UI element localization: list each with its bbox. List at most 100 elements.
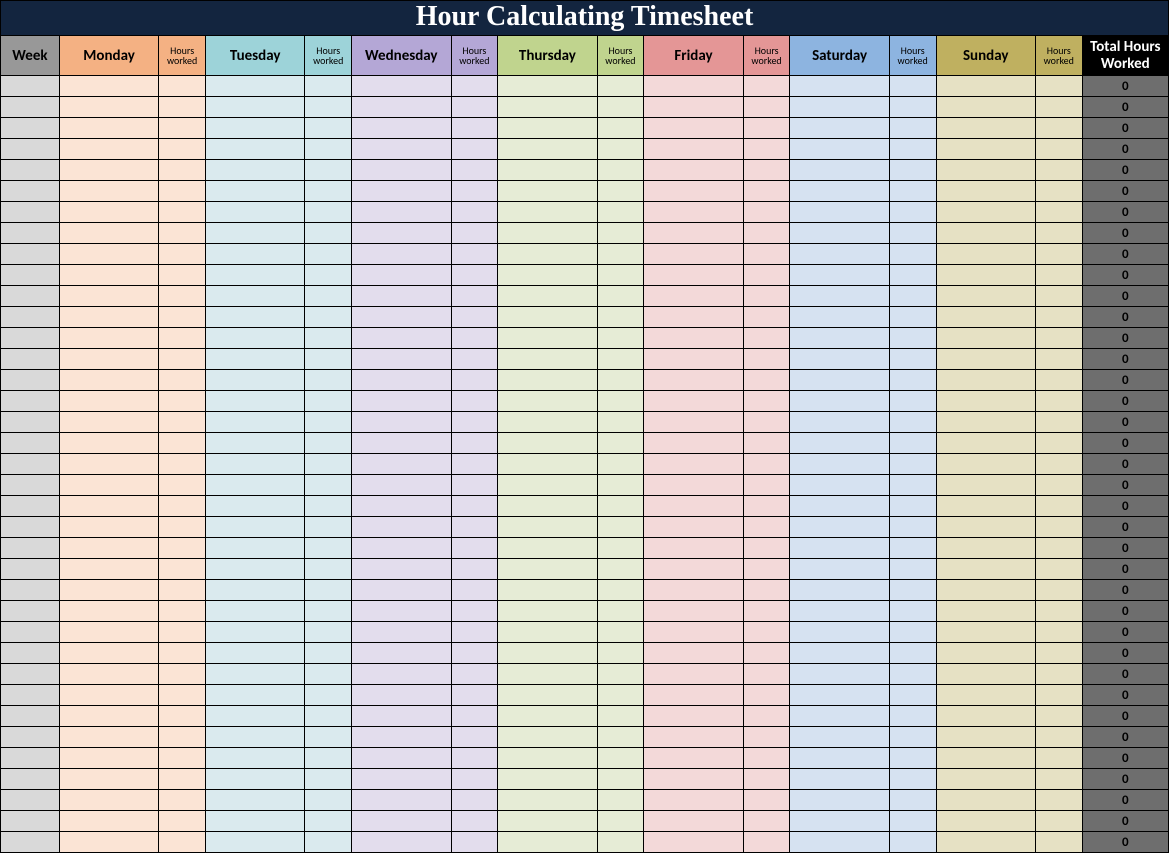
fri-cell[interactable] [644,181,743,202]
tue-hours-cell[interactable] [305,265,352,286]
thu-cell[interactable] [498,727,597,748]
sat-hours-cell[interactable] [889,370,936,391]
sat-hours-cell[interactable] [889,202,936,223]
thu-hours-cell[interactable] [597,538,644,559]
sun-hours-cell[interactable] [1035,454,1082,475]
fri-hours-cell[interactable] [743,706,790,727]
mon-hours-cell[interactable] [159,769,206,790]
wed-hours-cell[interactable] [451,286,498,307]
week-cell[interactable] [1,118,60,139]
sat-hours-cell[interactable] [889,517,936,538]
sun-hours-cell[interactable] [1035,328,1082,349]
mon-cell[interactable] [59,433,158,454]
tue-cell[interactable] [205,517,304,538]
thu-hours-cell[interactable] [597,706,644,727]
thu-hours-cell[interactable] [597,223,644,244]
wed-cell[interactable] [352,580,451,601]
sun-hours-cell[interactable] [1035,622,1082,643]
fri-cell[interactable] [644,370,743,391]
week-cell[interactable] [1,706,60,727]
fri-hours-cell[interactable] [743,685,790,706]
sat-cell[interactable] [790,496,889,517]
sat-cell[interactable] [790,643,889,664]
sun-cell[interactable] [936,202,1035,223]
fri-hours-cell[interactable] [743,328,790,349]
tue-cell[interactable] [205,370,304,391]
wed-hours-cell[interactable] [451,454,498,475]
week-cell[interactable] [1,160,60,181]
fri-hours-cell[interactable] [743,433,790,454]
tue-hours-cell[interactable] [305,706,352,727]
fri-cell[interactable] [644,160,743,181]
thu-cell[interactable] [498,307,597,328]
week-cell[interactable] [1,286,60,307]
week-cell[interactable] [1,580,60,601]
thu-hours-cell[interactable] [597,580,644,601]
tue-cell[interactable] [205,559,304,580]
sat-hours-cell[interactable] [889,622,936,643]
sat-cell[interactable] [790,412,889,433]
wed-cell[interactable] [352,370,451,391]
thu-cell[interactable] [498,769,597,790]
sun-hours-cell[interactable] [1035,601,1082,622]
sun-cell[interactable] [936,349,1035,370]
sun-cell[interactable] [936,307,1035,328]
week-cell[interactable] [1,370,60,391]
mon-hours-cell[interactable] [159,265,206,286]
mon-cell[interactable] [59,664,158,685]
tue-hours-cell[interactable] [305,811,352,832]
sun-hours-cell[interactable] [1035,811,1082,832]
fri-hours-cell[interactable] [743,76,790,97]
sat-hours-cell[interactable] [889,685,936,706]
thu-hours-cell[interactable] [597,349,644,370]
mon-hours-cell[interactable] [159,727,206,748]
mon-hours-cell[interactable] [159,160,206,181]
fri-hours-cell[interactable] [743,664,790,685]
wed-cell[interactable] [352,412,451,433]
thu-hours-cell[interactable] [597,286,644,307]
mon-hours-cell[interactable] [159,832,206,853]
tue-cell[interactable] [205,244,304,265]
mon-hours-cell[interactable] [159,391,206,412]
wed-cell[interactable] [352,244,451,265]
sat-hours-cell[interactable] [889,433,936,454]
sat-cell[interactable] [790,202,889,223]
wed-cell[interactable] [352,685,451,706]
tue-hours-cell[interactable] [305,580,352,601]
week-cell[interactable] [1,790,60,811]
tue-hours-cell[interactable] [305,286,352,307]
thu-cell[interactable] [498,748,597,769]
fri-hours-cell[interactable] [743,97,790,118]
tue-hours-cell[interactable] [305,748,352,769]
sun-hours-cell[interactable] [1035,475,1082,496]
fri-hours-cell[interactable] [743,370,790,391]
sat-cell[interactable] [790,811,889,832]
sun-cell[interactable] [936,538,1035,559]
wed-hours-cell[interactable] [451,433,498,454]
wed-cell[interactable] [352,76,451,97]
wed-hours-cell[interactable] [451,727,498,748]
sat-hours-cell[interactable] [889,832,936,853]
mon-cell[interactable] [59,76,158,97]
tue-cell[interactable] [205,706,304,727]
mon-cell[interactable] [59,496,158,517]
tue-hours-cell[interactable] [305,517,352,538]
wed-hours-cell[interactable] [451,748,498,769]
mon-hours-cell[interactable] [159,811,206,832]
sat-cell[interactable] [790,433,889,454]
fri-hours-cell[interactable] [743,160,790,181]
tue-cell[interactable] [205,265,304,286]
mon-hours-cell[interactable] [159,517,206,538]
mon-cell[interactable] [59,181,158,202]
tue-hours-cell[interactable] [305,370,352,391]
wed-hours-cell[interactable] [451,496,498,517]
wed-cell[interactable] [352,433,451,454]
tue-cell[interactable] [205,580,304,601]
thu-hours-cell[interactable] [597,475,644,496]
sun-cell[interactable] [936,559,1035,580]
wed-hours-cell[interactable] [451,391,498,412]
tue-hours-cell[interactable] [305,601,352,622]
thu-cell[interactable] [498,601,597,622]
sun-cell[interactable] [936,643,1035,664]
fri-cell[interactable] [644,433,743,454]
